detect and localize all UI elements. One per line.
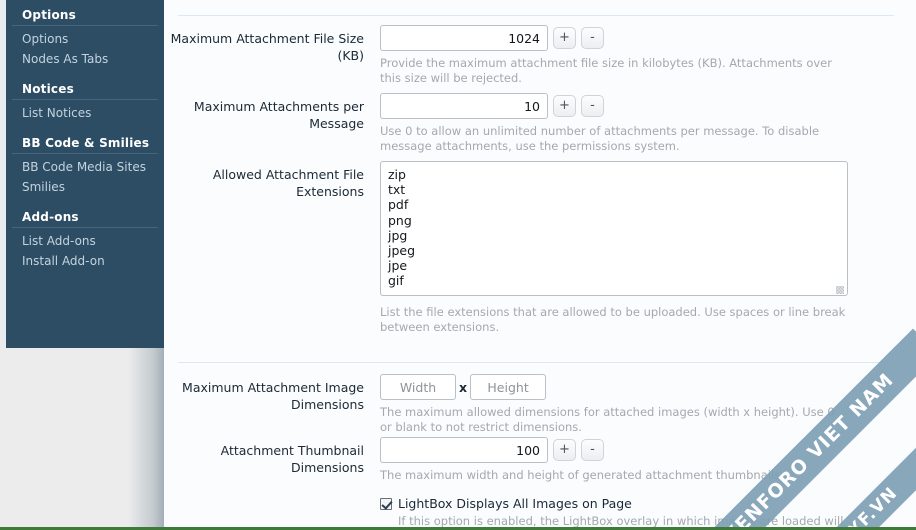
- max-attachments-input[interactable]: [380, 93, 548, 119]
- help-max-attachments: Use 0 to allow an unlimited number of at…: [380, 124, 820, 153]
- allowed-extensions-textarea[interactable]: zip txt pdf png jpg jpeg jpe gif: [380, 161, 848, 296]
- section-divider-middle: [178, 362, 894, 363]
- sidebar-group-options: Options Options Nodes As Tabs: [6, 6, 164, 69]
- max-file-size-input[interactable]: [380, 25, 548, 51]
- sidebar-heading-add-ons: Add-ons: [12, 208, 158, 228]
- label-lightbox-spacer: [164, 495, 380, 500]
- lightbox-checkbox[interactable]: [380, 498, 392, 510]
- sidebar-heading-bb-code-smilies: BB Code & Smilies: [12, 134, 158, 154]
- label-thumbnail-dimensions: Attachment Thumbnail Dimensions: [220, 443, 364, 475]
- section-divider-top: [178, 15, 894, 16]
- left-column: Options Options Nodes As Tabs Notices Li…: [0, 0, 164, 530]
- label-max-attachments: Maximum Attachments per Message: [193, 99, 364, 131]
- label-max-image-dimensions: Maximum Attachment Image Dimensions: [182, 380, 364, 412]
- image-width-input[interactable]: [380, 374, 456, 400]
- help-thumbnail-dimensions: The maximum width and height of generate…: [380, 468, 784, 482]
- sidebar-item-smilies[interactable]: Smilies: [6, 177, 164, 197]
- thumbnail-dimensions-input[interactable]: [380, 437, 548, 463]
- row-max-image-dimensions: Maximum Attachment Image Dimensions x Th…: [164, 374, 860, 435]
- help-max-image-dimensions: The maximum allowed dimensions for attac…: [380, 405, 835, 434]
- sidebar-group-notices: Notices List Notices: [6, 80, 164, 123]
- sidebar-item-bb-code-media-sites[interactable]: BB Code Media Sites: [6, 157, 164, 177]
- admin-sidebar-nav: Options Options Nodes As Tabs Notices Li…: [6, 0, 164, 348]
- help-max-file-size: Provide the maximum attachment file size…: [380, 56, 832, 85]
- label-max-file-size: Maximum Attachment File Size (KB): [170, 31, 364, 63]
- textarea-resize-handle[interactable]: [836, 286, 844, 294]
- lightbox-checkbox-label: LightBox Displays All Images on Page: [398, 496, 632, 511]
- row-thumbnail-dimensions: Attachment Thumbnail Dimensions + - The …: [164, 437, 860, 483]
- sidebar-item-list-add-ons[interactable]: List Add-ons: [6, 231, 164, 251]
- row-lightbox-option: LightBox Displays All Images on Page If …: [164, 495, 860, 530]
- max-attachments-decrement-button[interactable]: -: [581, 95, 604, 117]
- thumbnail-dimensions-increment-button[interactable]: +: [553, 439, 576, 461]
- max-attachments-increment-button[interactable]: +: [553, 95, 576, 117]
- sidebar-item-install-add-on[interactable]: Install Add-on: [6, 251, 164, 271]
- sidebar-heading-options: Options: [12, 6, 158, 26]
- sidebar-heading-notices: Notices: [12, 80, 158, 100]
- row-max-file-size: Maximum Attachment File Size (KB) + - Pr…: [164, 25, 860, 86]
- sidebar-item-nodes-as-tabs[interactable]: Nodes As Tabs: [6, 49, 164, 69]
- sidebar-group-bb-code-smilies: BB Code & Smilies BB Code Media Sites Sm…: [6, 134, 164, 197]
- row-allowed-extensions: Allowed Attachment File Extensions zip t…: [164, 161, 860, 335]
- label-allowed-extensions: Allowed Attachment File Extensions: [212, 167, 364, 199]
- image-height-input[interactable]: [470, 374, 547, 400]
- thumbnail-dimensions-decrement-button[interactable]: -: [581, 439, 604, 461]
- sidebar-group-add-ons: Add-ons List Add-ons Install Add-on: [6, 208, 164, 271]
- options-form-panel: Maximum Attachment File Size (KB) + - Pr…: [164, 0, 916, 530]
- sidebar-drop-shadow: [128, 348, 164, 530]
- max-file-size-increment-button[interactable]: +: [553, 27, 576, 49]
- max-file-size-decrement-button[interactable]: -: [581, 27, 604, 49]
- help-allowed-extensions: List the file extensions that are allowe…: [380, 305, 846, 334]
- row-max-attachments: Maximum Attachments per Message + - Use …: [164, 93, 860, 154]
- sidebar-item-options[interactable]: Options: [6, 29, 164, 49]
- admin-options-page: Options Options Nodes As Tabs Notices Li…: [0, 0, 916, 530]
- dimension-separator: x: [459, 379, 468, 395]
- sidebar-item-list-notices[interactable]: List Notices: [6, 103, 164, 123]
